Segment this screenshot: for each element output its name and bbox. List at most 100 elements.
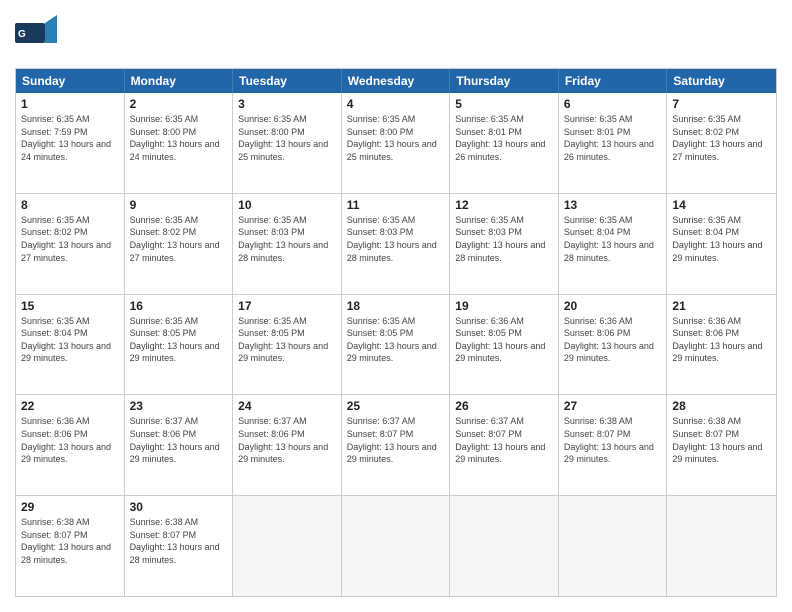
day-number: 28 — [672, 399, 771, 413]
calendar-cell: 24 Sunrise: 6:37 AMSunset: 8:06 PMDayligh… — [233, 395, 342, 495]
cell-info: Sunrise: 6:35 AMSunset: 8:01 PMDaylight:… — [564, 113, 662, 163]
cell-info: Sunrise: 6:37 AMSunset: 8:06 PMDaylight:… — [130, 415, 228, 465]
day-number: 10 — [238, 198, 336, 212]
cell-info: Sunrise: 6:37 AMSunset: 8:06 PMDaylight:… — [238, 415, 336, 465]
cell-info: Sunrise: 6:35 AMSunset: 8:05 PMDaylight:… — [238, 315, 336, 365]
header-day-thursday: Thursday — [450, 69, 559, 93]
page-header: G — [15, 15, 777, 58]
svg-text:G: G — [18, 29, 26, 40]
day-number: 6 — [564, 97, 662, 111]
calendar-cell — [667, 496, 776, 596]
cell-info: Sunrise: 6:35 AMSunset: 8:02 PMDaylight:… — [130, 214, 228, 264]
calendar-cell: 14 Sunrise: 6:35 AMSunset: 8:04 PMDayligh… — [667, 194, 776, 294]
cell-info: Sunrise: 6:36 AMSunset: 8:05 PMDaylight:… — [455, 315, 553, 365]
calendar-body: 1 Sunrise: 6:35 AMSunset: 7:59 PMDaylight… — [16, 93, 776, 596]
calendar-cell: 12 Sunrise: 6:35 AMSunset: 8:03 PMDayligh… — [450, 194, 559, 294]
cell-info: Sunrise: 6:35 AMSunset: 7:59 PMDaylight:… — [21, 113, 119, 163]
calendar-row-2: 8 Sunrise: 6:35 AMSunset: 8:02 PMDaylight… — [16, 193, 776, 294]
day-number: 30 — [130, 500, 228, 514]
day-number: 20 — [564, 299, 662, 313]
day-number: 18 — [347, 299, 445, 313]
calendar-row-4: 22Sunrise: 6:36 AMSunset: 8:06 PMDayligh… — [16, 394, 776, 495]
calendar-cell: 5 Sunrise: 6:35 AMSunset: 8:01 PMDaylight… — [450, 93, 559, 193]
cell-info: Sunrise: 6:35 AMSunset: 8:02 PMDaylight:… — [672, 113, 771, 163]
cell-info: Sunrise: 6:35 AMSunset: 8:00 PMDaylight:… — [347, 113, 445, 163]
header-day-monday: Monday — [125, 69, 234, 93]
calendar-cell: 7 Sunrise: 6:35 AMSunset: 8:02 PMDaylight… — [667, 93, 776, 193]
header-day-wednesday: Wednesday — [342, 69, 451, 93]
cell-info: Sunrise: 6:36 AMSunset: 8:06 PMDaylight:… — [21, 415, 119, 465]
cell-info: Sunrise: 6:35 AMSunset: 8:03 PMDaylight:… — [347, 214, 445, 264]
cell-info: Sunrise: 6:38 AMSunset: 8:07 PMDaylight:… — [672, 415, 771, 465]
day-number: 3 — [238, 97, 336, 111]
day-number: 27 — [564, 399, 662, 413]
day-number: 13 — [564, 198, 662, 212]
calendar-cell: 16 Sunrise: 6:35 AMSunset: 8:05 PMDayligh… — [125, 295, 234, 395]
calendar-cell: 1 Sunrise: 6:35 AMSunset: 7:59 PMDaylight… — [16, 93, 125, 193]
page-container: G SundayMondayTuesdayWednesdayThursdayFr… — [0, 0, 792, 612]
cell-info: Sunrise: 6:35 AMSunset: 8:01 PMDaylight:… — [455, 113, 553, 163]
calendar-cell: 13 Sunrise: 6:35 AMSunset: 8:04 PMDayligh… — [559, 194, 668, 294]
calendar-cell: 18 Sunrise: 6:35 AMSunset: 8:05 PMDayligh… — [342, 295, 451, 395]
day-number: 2 — [130, 97, 228, 111]
day-number: 23 — [130, 399, 228, 413]
day-number: 17 — [238, 299, 336, 313]
calendar-cell — [450, 496, 559, 596]
cell-info: Sunrise: 6:35 AMSunset: 8:05 PMDaylight:… — [130, 315, 228, 365]
calendar-cell: 29Sunrise: 6:38 AMSunset: 8:07 PMDayligh… — [16, 496, 125, 596]
calendar-cell — [342, 496, 451, 596]
calendar-cell — [233, 496, 342, 596]
cell-info: Sunrise: 6:37 AMSunset: 8:07 PMDaylight:… — [455, 415, 553, 465]
calendar-cell: 6 Sunrise: 6:35 AMSunset: 8:01 PMDaylight… — [559, 93, 668, 193]
cell-info: Sunrise: 6:38 AMSunset: 8:07 PMDaylight:… — [564, 415, 662, 465]
calendar-cell: 23 Sunrise: 6:37 AMSunset: 8:06 PMDayligh… — [125, 395, 234, 495]
calendar-cell: 30Sunrise: 6:38 AMSunset: 8:07 PMDayligh… — [125, 496, 234, 596]
calendar-cell: 28 Sunrise: 6:38 AMSunset: 8:07 PMDayligh… — [667, 395, 776, 495]
day-number: 26 — [455, 399, 553, 413]
calendar-row-5: 29Sunrise: 6:38 AMSunset: 8:07 PMDayligh… — [16, 495, 776, 596]
cell-info: Sunrise: 6:35 AMSunset: 8:04 PMDaylight:… — [564, 214, 662, 264]
cell-info: Sunrise: 6:37 AMSunset: 8:07 PMDaylight:… — [347, 415, 445, 465]
day-number: 16 — [130, 299, 228, 313]
calendar-cell: 20 Sunrise: 6:36 AMSunset: 8:06 PMDayligh… — [559, 295, 668, 395]
calendar-cell: 8Sunrise: 6:35 AMSunset: 8:02 PMDaylight… — [16, 194, 125, 294]
header-day-tuesday: Tuesday — [233, 69, 342, 93]
calendar-row-1: 1 Sunrise: 6:35 AMSunset: 7:59 PMDaylight… — [16, 93, 776, 193]
calendar-cell: 4Sunrise: 6:35 AMSunset: 8:00 PMDaylight… — [342, 93, 451, 193]
day-number: 24 — [238, 399, 336, 413]
cell-info: Sunrise: 6:35 AMSunset: 8:04 PMDaylight:… — [21, 315, 119, 365]
day-number: 14 — [672, 198, 771, 212]
header-day-saturday: Saturday — [667, 69, 776, 93]
day-number: 29 — [21, 500, 119, 514]
calendar-cell: 21 Sunrise: 6:36 AMSunset: 8:06 PMDayligh… — [667, 295, 776, 395]
day-number: 7 — [672, 97, 771, 111]
day-number: 8 — [21, 198, 119, 212]
logo-icon: G — [15, 15, 57, 58]
day-number: 5 — [455, 97, 553, 111]
calendar-row-3: 15 Sunrise: 6:35 AMSunset: 8:04 PMDayligh… — [16, 294, 776, 395]
cell-info: Sunrise: 6:35 AMSunset: 8:00 PMDaylight:… — [130, 113, 228, 163]
day-number: 15 — [21, 299, 119, 313]
calendar-cell: 9 Sunrise: 6:35 AMSunset: 8:02 PMDaylight… — [125, 194, 234, 294]
cell-info: Sunrise: 6:35 AMSunset: 8:00 PMDaylight:… — [238, 113, 336, 163]
day-number: 12 — [455, 198, 553, 212]
day-number: 9 — [130, 198, 228, 212]
calendar-cell: 27 Sunrise: 6:38 AMSunset: 8:07 PMDayligh… — [559, 395, 668, 495]
header-day-sunday: Sunday — [16, 69, 125, 93]
cell-info: Sunrise: 6:35 AMSunset: 8:03 PMDaylight:… — [455, 214, 553, 264]
calendar-cell: 15 Sunrise: 6:35 AMSunset: 8:04 PMDayligh… — [16, 295, 125, 395]
calendar: SundayMondayTuesdayWednesdayThursdayFrid… — [15, 68, 777, 597]
calendar-cell: 25Sunrise: 6:37 AMSunset: 8:07 PMDayligh… — [342, 395, 451, 495]
cell-info: Sunrise: 6:36 AMSunset: 8:06 PMDaylight:… — [564, 315, 662, 365]
day-number: 21 — [672, 299, 771, 313]
calendar-cell: 10 Sunrise: 6:35 AMSunset: 8:03 PMDayligh… — [233, 194, 342, 294]
cell-info: Sunrise: 6:35 AMSunset: 8:04 PMDaylight:… — [672, 214, 771, 264]
day-number: 1 — [21, 97, 119, 111]
calendar-cell: 2 Sunrise: 6:35 AMSunset: 8:00 PMDaylight… — [125, 93, 234, 193]
cell-info: Sunrise: 6:35 AMSunset: 8:05 PMDaylight:… — [347, 315, 445, 365]
cell-info: Sunrise: 6:36 AMSunset: 8:06 PMDaylight:… — [672, 315, 771, 365]
calendar-header: SundayMondayTuesdayWednesdayThursdayFrid… — [16, 69, 776, 93]
cell-info: Sunrise: 6:35 AMSunset: 8:03 PMDaylight:… — [238, 214, 336, 264]
calendar-cell: 22Sunrise: 6:36 AMSunset: 8:06 PMDayligh… — [16, 395, 125, 495]
calendar-cell: 26 Sunrise: 6:37 AMSunset: 8:07 PMDayligh… — [450, 395, 559, 495]
